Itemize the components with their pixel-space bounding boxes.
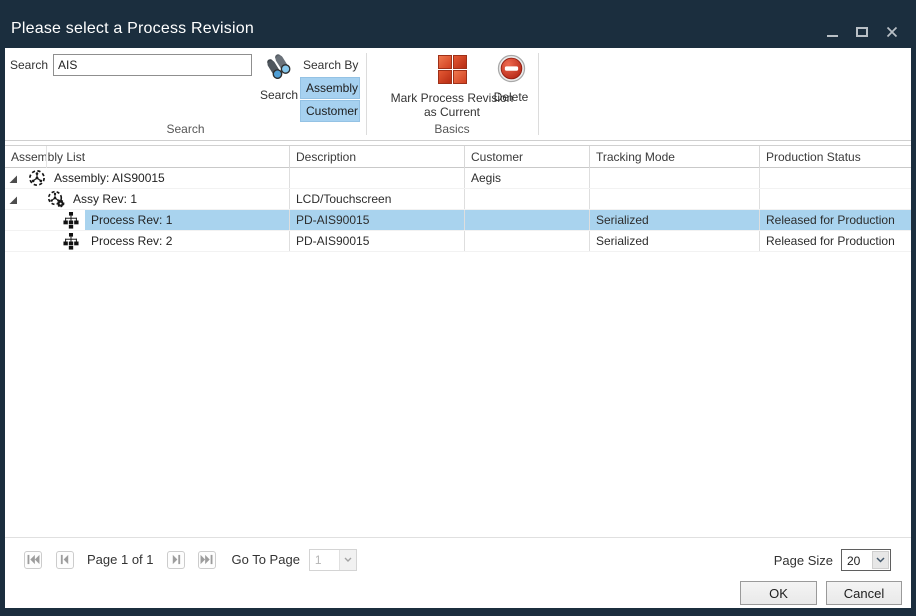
maximize-icon [856, 27, 868, 37]
customer-toggle-label: Customer [306, 104, 358, 118]
tree-row-label: Process Rev: 1 [91, 213, 172, 227]
client-area: Search Search Searc [5, 48, 911, 608]
close-icon [886, 26, 898, 38]
search-input[interactable] [53, 54, 252, 76]
previous-page-icon [60, 554, 70, 565]
pager-bar: Page 1 of 1 Go To Page Page Size [5, 537, 911, 581]
close-button[interactable] [885, 25, 899, 39]
page-size-select[interactable]: 20 [841, 549, 891, 571]
minimize-icon [827, 35, 838, 37]
maximize-button[interactable] [855, 25, 869, 39]
cell-customer [465, 210, 590, 230]
delete-button-label: Delete [483, 90, 539, 104]
page-size-label: Page Size [774, 553, 833, 568]
cell-production-status: Released for Production [760, 231, 911, 251]
cell-description: PD-AIS90015 [290, 231, 465, 251]
cell-production-status [760, 189, 911, 209]
dialog-title: Please select a Process Revision [11, 20, 254, 38]
cell-description: LCD/Touchscreen [290, 189, 465, 209]
dialog-window: Please select a Process Revision Search [0, 0, 916, 616]
table-row-process-rev-2[interactable]: Process Rev: 2 PD-AIS90015 Serialized Re… [5, 231, 911, 252]
cell-description: PD-AIS90015 [290, 210, 465, 230]
tree-row-label: Assy Rev: 1 [73, 192, 137, 206]
cell-customer [465, 231, 590, 251]
cell-tracking-mode: Serialized [590, 210, 760, 230]
tree-row-label: Process Rev: 2 [91, 234, 172, 248]
binoculars-icon [264, 54, 294, 81]
search-label: Search [10, 58, 48, 72]
org-chart-icon [63, 233, 79, 251]
minimize-button[interactable] [825, 25, 839, 39]
page-indicator: Page 1 of 1 [74, 552, 167, 567]
table-row-assy-rev[interactable]: Assy Rev: 1 LCD/Touchscreen [5, 189, 911, 210]
first-page-button[interactable] [24, 551, 42, 569]
red-four-pane-icon [437, 54, 468, 85]
ribbon-group-separator [538, 53, 539, 135]
grid-header-row: Assembly List Description Customer Track… [5, 146, 911, 168]
search-button-label: Search [252, 88, 306, 102]
cell-production-status: Released for Production [760, 210, 911, 230]
previous-page-button[interactable] [56, 551, 74, 569]
page-size-dropdown-button[interactable] [872, 551, 889, 569]
cell-production-status [760, 168, 911, 188]
delete-button[interactable]: Delete [483, 54, 539, 104]
no-entry-icon [497, 54, 526, 83]
column-header-production-status[interactable]: Production Status [760, 146, 911, 168]
cell-tracking-mode [590, 189, 760, 209]
next-page-icon [171, 554, 181, 565]
cell-customer [465, 189, 590, 209]
table-row-process-rev-1-selected[interactable]: Process Rev: 1 PD-AIS90015 Serialized Re… [5, 210, 911, 231]
expander-icon[interactable] [8, 173, 18, 183]
title-bar: Please select a Process Revision [0, 0, 916, 48]
cell-tracking-mode: Serialized [590, 231, 760, 251]
search-by-customer-toggle[interactable]: Customer [300, 100, 360, 122]
search-button[interactable]: Search [252, 54, 306, 116]
window-controls [825, 24, 899, 40]
search-by-assembly-toggle[interactable]: Assembly [300, 77, 360, 99]
last-page-button[interactable] [198, 551, 216, 569]
column-header-assembly-list[interactable]: Assembly List [5, 146, 290, 168]
column-header-customer[interactable]: Customer [465, 146, 590, 168]
ribbon-toolbar: Search Search Searc [5, 48, 911, 141]
tree-row-label: Assembly: AIS90015 [54, 171, 165, 185]
org-chart-icon [63, 212, 79, 230]
expander-icon[interactable] [8, 194, 18, 204]
chevron-down-icon [344, 557, 352, 562]
goto-page-input[interactable] [310, 550, 339, 570]
goto-page-label: Go To Page [232, 552, 300, 567]
cell-description [290, 168, 465, 188]
goto-page-combo[interactable] [309, 549, 357, 571]
first-page-icon [27, 554, 40, 565]
basics-group-label: Basics [366, 122, 538, 136]
mark-button-label-line2: as Current [369, 105, 535, 119]
page-size-value: 20 [842, 550, 871, 570]
chevron-down-icon [876, 557, 885, 563]
assembly-gear-icon [47, 190, 65, 209]
cell-customer: Aegis [465, 168, 590, 188]
search-by-label: Search By [303, 58, 358, 72]
goto-page-dropdown-button[interactable] [339, 550, 356, 570]
search-group-label: Search [5, 122, 366, 136]
column-header-description[interactable]: Description [290, 146, 465, 168]
assembly-hub-icon [28, 169, 46, 188]
table-row-assembly[interactable]: Assembly: AIS90015 Aegis [5, 168, 911, 189]
cell-tracking-mode [590, 168, 760, 188]
next-page-button[interactable] [167, 551, 185, 569]
cancel-button[interactable]: Cancel [826, 581, 902, 605]
process-revision-grid: Assembly List Description Customer Track… [5, 145, 911, 537]
assembly-toggle-label: Assembly [306, 81, 358, 95]
last-page-icon [200, 554, 213, 565]
ok-button[interactable]: OK [740, 581, 817, 605]
column-header-tracking-mode[interactable]: Tracking Mode [590, 146, 760, 168]
